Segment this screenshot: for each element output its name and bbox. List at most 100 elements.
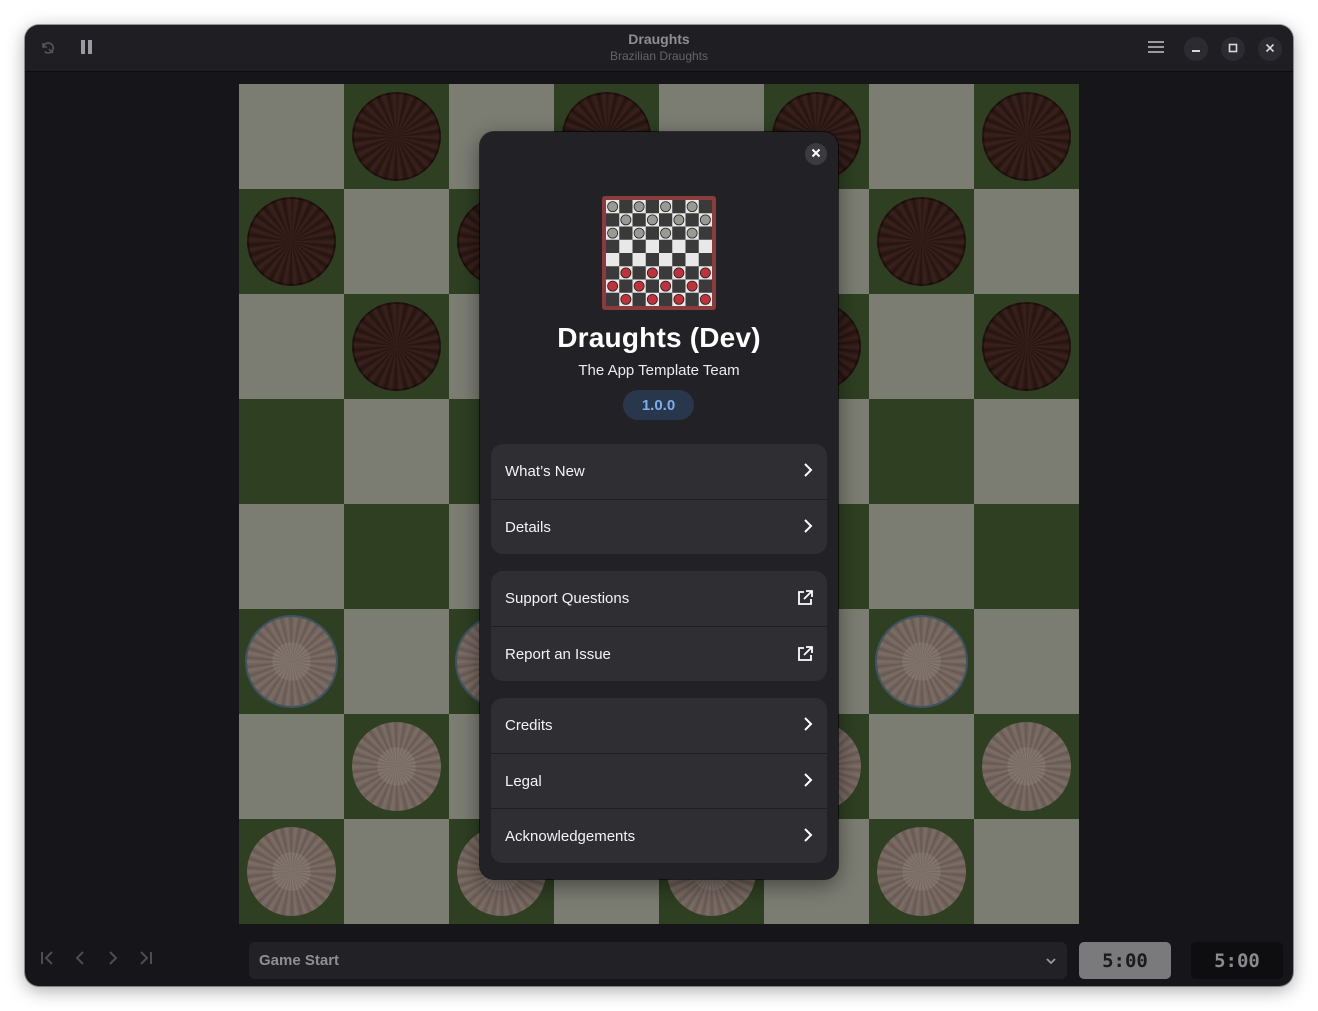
external-link-icon <box>796 645 814 667</box>
row-label: Report an Issue <box>505 645 611 663</box>
board-square[interactable] <box>869 399 974 504</box>
go-next-icon <box>107 950 119 971</box>
undo-icon[interactable] <box>37 37 59 59</box>
window-title-block: Draughts Brazilian Draughts <box>25 31 1293 64</box>
chevron-right-icon <box>802 716 814 736</box>
board-square[interactable] <box>344 819 449 924</box>
board-square[interactable] <box>974 714 1079 819</box>
maximize-icon <box>1228 40 1238 58</box>
board-square[interactable] <box>344 714 449 819</box>
pause-button[interactable] <box>75 37 99 61</box>
board-square[interactable] <box>239 294 344 399</box>
board-square[interactable] <box>239 84 344 189</box>
board-square[interactable] <box>974 819 1079 924</box>
board-square[interactable] <box>869 504 974 609</box>
board-square[interactable] <box>869 609 974 714</box>
close-icon <box>811 145 821 163</box>
support-questions-row[interactable]: Support Questions <box>491 571 827 626</box>
about-group-info: What’s New Details <box>491 444 827 554</box>
window-title: Draughts <box>628 31 690 47</box>
row-label: Credits <box>505 717 553 734</box>
row-label: Acknowledgements <box>505 827 636 845</box>
board-square[interactable] <box>344 504 449 609</box>
go-next-button[interactable] <box>99 942 127 978</box>
board-square[interactable] <box>239 189 344 294</box>
white-piece[interactable] <box>877 617 966 706</box>
close-dialog-button[interactable] <box>805 143 827 165</box>
app-name: Draughts (Dev) <box>557 322 761 353</box>
close-icon <box>1265 40 1275 58</box>
row-label: Support Questions <box>505 590 630 607</box>
external-link-icon <box>796 589 814 611</box>
black-piece[interactable] <box>982 92 1071 181</box>
board-square[interactable] <box>344 84 449 189</box>
board-square[interactable] <box>974 609 1079 714</box>
board-square[interactable] <box>344 609 449 714</box>
report-issue-row[interactable]: Report an Issue <box>491 626 827 681</box>
go-previous-icon <box>74 950 86 971</box>
details-row[interactable]: Details <box>491 499 827 554</box>
board-square[interactable] <box>239 399 344 504</box>
board-square[interactable] <box>869 294 974 399</box>
board-square[interactable] <box>869 84 974 189</box>
go-last-button[interactable] <box>132 942 160 978</box>
version-badge[interactable]: 1.0.0 <box>623 390 694 420</box>
legal-row[interactable]: Legal <box>491 753 827 808</box>
black-piece[interactable] <box>352 302 441 391</box>
row-label: What’s New <box>505 463 585 480</box>
about-group-legal: Credits Legal Acknowledgements <box>491 698 827 863</box>
whats-new-row[interactable]: What’s New <box>491 444 827 499</box>
chevron-down-icon <box>1045 954 1057 971</box>
move-history-dropdown[interactable]: Game Start <box>249 942 1067 979</box>
board-square[interactable] <box>869 714 974 819</box>
black-piece[interactable] <box>982 302 1071 391</box>
developer-name: The App Template Team <box>578 362 740 379</box>
move-history-selected: Game Start <box>259 952 340 969</box>
acknowledgements-row[interactable]: Acknowledgements <box>491 808 827 863</box>
close-window-button[interactable] <box>1258 37 1282 61</box>
board-square[interactable] <box>974 504 1079 609</box>
board-square[interactable] <box>869 819 974 924</box>
black-piece[interactable] <box>352 92 441 181</box>
board-square[interactable] <box>974 84 1079 189</box>
white-piece[interactable] <box>877 827 966 916</box>
about-group-support: Support Questions Report an Issue <box>491 571 827 681</box>
go-last-icon <box>139 950 153 971</box>
board-square[interactable] <box>974 399 1079 504</box>
board-square[interactable] <box>239 714 344 819</box>
go-first-icon <box>40 950 54 971</box>
pause-icon <box>80 39 94 59</box>
board-square[interactable] <box>974 189 1079 294</box>
row-label: Details <box>505 518 551 536</box>
white-piece[interactable] <box>982 722 1071 811</box>
menu-icon <box>1148 40 1164 59</box>
black-piece[interactable] <box>247 197 336 286</box>
board-square[interactable] <box>239 819 344 924</box>
chevron-right-icon <box>802 462 814 482</box>
row-label: Legal <box>505 772 542 790</box>
main-menu-button[interactable] <box>1143 37 1169 61</box>
white-piece[interactable] <box>352 722 441 811</box>
chevron-right-icon <box>802 772 814 792</box>
white-piece[interactable] <box>247 827 336 916</box>
board-square[interactable] <box>344 294 449 399</box>
app-logo-icon <box>602 196 716 310</box>
black-piece[interactable] <box>877 197 966 286</box>
maximize-button[interactable] <box>1221 37 1245 61</box>
minimize-button[interactable] <box>1184 37 1208 61</box>
board-square[interactable] <box>344 399 449 504</box>
board-square[interactable] <box>869 189 974 294</box>
white-piece[interactable] <box>247 617 336 706</box>
chevron-right-icon <box>802 827 814 847</box>
black-clock: 5:00 <box>1191 942 1283 979</box>
board-square[interactable] <box>239 609 344 714</box>
go-first-button[interactable] <box>33 942 61 978</box>
board-square[interactable] <box>344 189 449 294</box>
go-previous-button[interactable] <box>66 942 94 978</box>
window-subtitle: Brazilian Draughts <box>609 49 709 63</box>
board-square[interactable] <box>239 504 344 609</box>
credits-row[interactable]: Credits <box>491 698 827 753</box>
chevron-right-icon <box>802 518 814 538</box>
board-square[interactable] <box>974 294 1079 399</box>
header-bar: Draughts Brazilian Draughts <box>25 25 1293 72</box>
